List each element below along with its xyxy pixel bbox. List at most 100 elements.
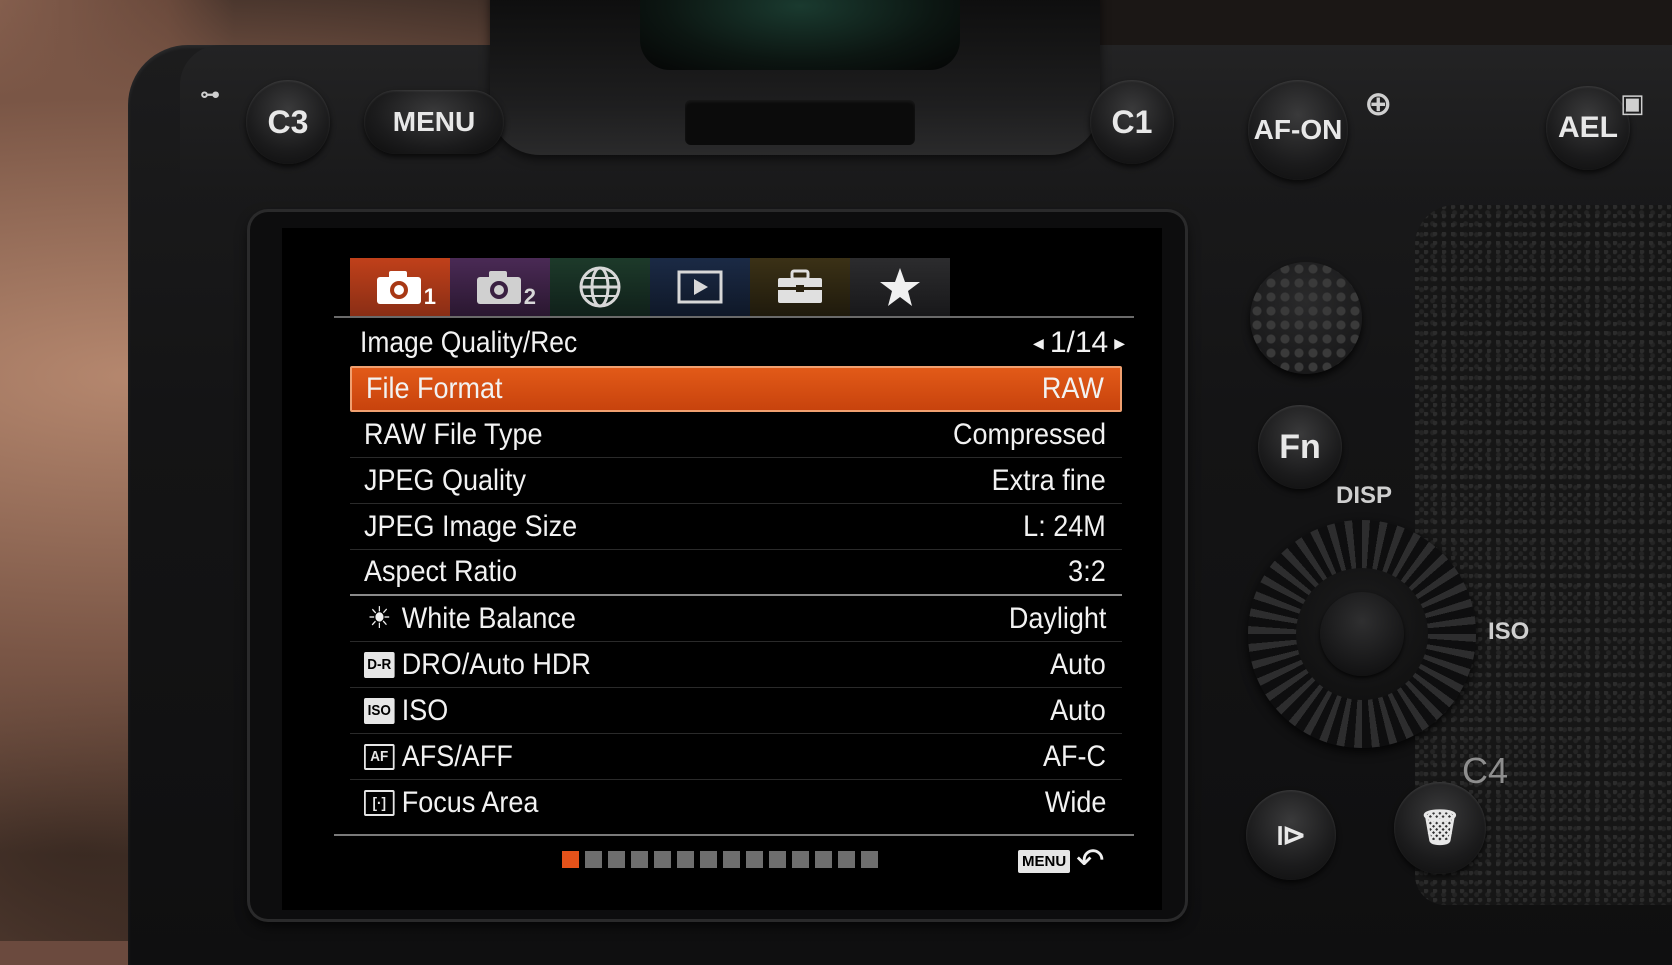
ael-button[interactable]: AEL [1546,86,1630,170]
page-dot [792,851,809,868]
menu-item-aspect-ratio[interactable]: Aspect Ratio 3:2 [350,550,1122,596]
menu-item-raw-file-type[interactable]: RAW File Type Compressed [350,412,1122,458]
c1-label: C1 [1111,103,1153,140]
menu-back[interactable]: MENU ↶ [1018,844,1105,878]
focus-area-icon: [·] [364,790,395,816]
page-prev-icon[interactable]: ◀ [1033,335,1044,352]
page-dot [631,851,648,868]
menu-item-label: File Format [366,372,503,405]
af-on-label: AF-ON [1253,114,1343,145]
menu-item-value: 3:2 [1068,555,1106,588]
page-dot [585,851,602,868]
menu-item-label: Focus Area [401,786,539,819]
page-dot [723,851,740,868]
menu-item-value: Daylight [1008,601,1106,635]
page-dot [608,851,625,868]
page-dot [746,851,763,868]
center-button[interactable] [1320,592,1404,676]
image-index-icon: ▣ [1620,88,1645,118]
menu-header: Image Quality/Rec ◀ 1/14 ▶ [360,322,1125,364]
page-next-icon[interactable]: ▶ [1114,335,1125,352]
menu-item-focus-area[interactable]: [·] Focus Area Wide [350,780,1122,826]
tab-camera-2[interactable]: 2 [450,258,550,316]
multi-selector-joystick[interactable] [1250,262,1362,374]
page-dot [861,851,878,868]
menu-tabs: 1 2 [350,258,950,316]
camera-icon [377,271,421,304]
tab-network[interactable] [550,258,650,316]
menu-item-label: JPEG Quality [364,463,527,497]
c1-button[interactable]: C1 [1090,80,1174,164]
page-dot [677,851,694,868]
menu-item-value: Extra fine [991,463,1106,497]
page-dot [562,851,579,868]
viewfinder-sensor [685,100,915,145]
menu-item-value: AF-C [1043,739,1106,773]
menu-item-label: DRO/Auto HDR [401,647,591,681]
delete-button[interactable]: 🗑 [1394,782,1486,874]
menu-item-value: L: 24M [1023,509,1106,543]
menu-item-label: ISO [401,693,449,727]
menu-item-label: AFS/AFF [401,739,513,773]
fn-button[interactable]: Fn [1258,405,1342,489]
page-indicator: ◀ 1/14 ▶ [1033,326,1125,360]
tab-number: 2 [523,284,536,309]
tab-setup[interactable] [750,258,850,316]
tab-camera-1[interactable]: 1 [350,258,450,316]
globe-icon [579,266,621,308]
viewfinder-glass [640,0,960,70]
page-dot [700,851,717,868]
menu-title: Image Quality/Rec [360,326,578,359]
trash-icon: 🗑 [1418,809,1462,847]
page-number: 1/14 [1049,326,1109,359]
playback-icon: ⧐ [1275,818,1307,852]
tab-playback[interactable] [650,258,750,316]
af-on-button[interactable]: AF-ON [1248,80,1348,180]
fn-label: Fn [1279,427,1321,466]
page-dot [654,851,671,868]
ael-label: AEL [1558,111,1618,144]
dr-icon: D-R [364,651,395,678]
page-dot [769,851,786,868]
menu-item-value: Compressed [952,417,1106,451]
star-icon [880,268,920,306]
page-dot [815,851,832,868]
menu-list: File Format RAW RAW File Type Compressed… [350,366,1122,826]
toolbox-icon [778,269,822,303]
zoom-in-icon: ⊕ [1364,85,1393,123]
menu-item-label: White Balance [401,601,576,635]
tab-divider [334,316,1134,318]
lock-lever-icon: ⊶ [200,84,220,106]
menu-item-label: RAW File Type [364,417,543,451]
playback-button[interactable]: ⧐ [1246,790,1336,880]
tab-number: 1 [423,284,436,309]
menu-item-value: Wide [1044,786,1106,819]
menu-item-iso[interactable]: ISO ISO Auto [350,688,1122,734]
menu-item-file-format[interactable]: File Format RAW [350,366,1122,412]
menu-button[interactable]: MENU [364,90,504,154]
menu-item-white-balance[interactable]: ☀ White Balance Daylight [350,596,1122,642]
page-dot [838,851,855,868]
menu-label: MENU [392,106,476,137]
menu-chip: MENU [1018,849,1071,873]
iso-label: ISO [1488,618,1530,645]
menu-item-value: Auto [1050,693,1106,727]
sun-icon: ☀ [367,602,392,635]
menu-item-value: RAW [1041,372,1104,405]
menu-item-afs-aff[interactable]: AF AFS/AFF AF-C [350,734,1122,780]
menu-item-jpeg-quality[interactable]: JPEG Quality Extra fine [350,458,1122,504]
menu-item-dro-auto-hdr[interactable]: D-R DRO/Auto HDR Auto [350,642,1122,688]
camera-icon [477,271,521,304]
back-arrow-icon: ↶ [1076,842,1105,880]
iso-icon: ISO [364,697,395,724]
c3-button[interactable]: C3 [246,80,330,164]
c3-label: C3 [267,103,309,140]
af-icon: AF [364,743,395,770]
c4-label: C4 [1462,750,1509,791]
menu-item-jpeg-image-size[interactable]: JPEG Image Size L: 24M [350,504,1122,550]
bottom-divider [334,834,1134,836]
disp-label: DISP [1336,482,1393,509]
tab-my-menu[interactable] [850,258,950,316]
page-dots [562,851,878,868]
menu-item-label: JPEG Image Size [364,509,578,543]
